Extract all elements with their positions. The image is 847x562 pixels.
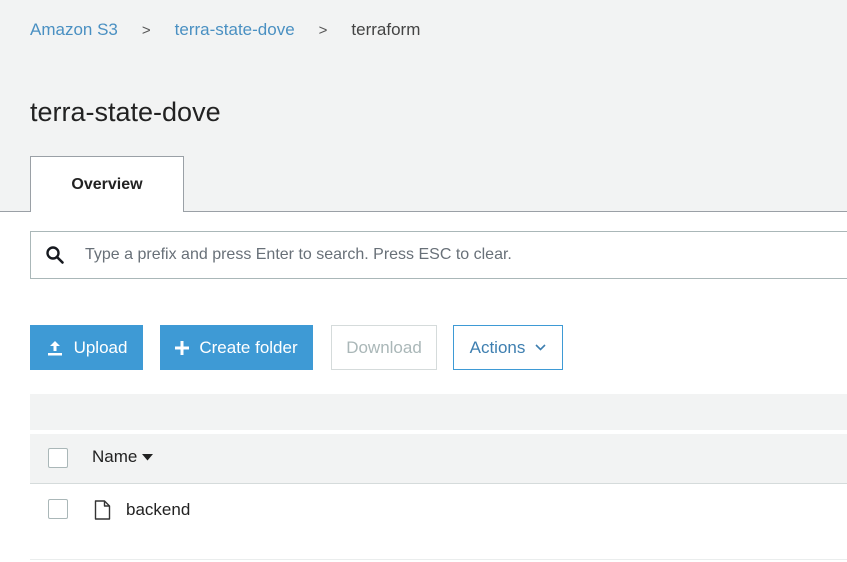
upload-icon xyxy=(46,339,64,357)
search-icon xyxy=(45,245,65,265)
table-toolbar-band xyxy=(30,394,847,430)
breadcrumb-separator: > xyxy=(141,21,151,39)
column-header-label: Name xyxy=(92,447,138,466)
breadcrumb-bucket-link[interactable]: terra-state-dove xyxy=(175,20,295,40)
select-all-checkbox[interactable] xyxy=(48,448,68,468)
row-checkbox[interactable] xyxy=(48,499,68,519)
search-input[interactable] xyxy=(85,246,785,264)
tab-overview[interactable]: Overview xyxy=(30,156,184,212)
actions-button-label: Actions xyxy=(469,337,526,357)
plus-icon xyxy=(175,340,190,355)
tab-label: Overview xyxy=(71,175,143,193)
create-folder-button-label: Create folder xyxy=(199,337,298,357)
download-button[interactable]: Download xyxy=(331,325,437,370)
upload-button-label: Upload xyxy=(73,337,128,357)
table-header: Name xyxy=(30,434,847,484)
table-row[interactable]: backend xyxy=(30,485,847,533)
upload-button[interactable]: Upload xyxy=(30,325,143,370)
sort-caret-down-icon xyxy=(142,453,154,461)
actions-button[interactable]: Actions xyxy=(453,325,563,370)
breadcrumb-current: terraform xyxy=(351,20,421,39)
file-icon xyxy=(94,500,111,520)
page-title: terra-state-dove xyxy=(30,97,221,127)
breadcrumb-root-link[interactable]: Amazon S3 xyxy=(30,20,118,40)
file-name-link[interactable]: backend xyxy=(126,500,190,520)
table-divider xyxy=(30,559,847,560)
breadcrumb-separator: > xyxy=(318,21,328,39)
create-folder-button[interactable]: Create folder xyxy=(160,325,313,370)
download-button-label: Download xyxy=(346,337,422,357)
search-box[interactable] xyxy=(30,231,847,279)
column-header-name[interactable]: Name xyxy=(92,447,154,467)
chevron-down-icon xyxy=(535,344,546,351)
breadcrumb: Amazon S3 > terra-state-dove > terraform xyxy=(30,20,420,40)
